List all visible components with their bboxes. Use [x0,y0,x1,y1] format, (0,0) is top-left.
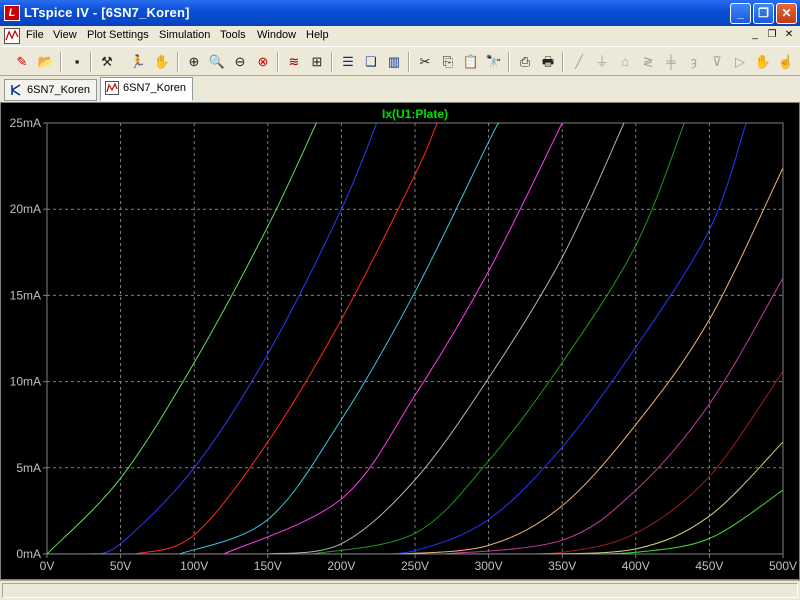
y-tick-label: 5mA [16,461,41,475]
tab-bar: 6SN7_Koren 6SN7_Koren [0,76,800,102]
schematic-icon [11,84,21,96]
series-line-6 [311,123,685,554]
minimize-icon: _ [737,6,744,20]
capacitor-icon[interactable]: ╪ [661,52,681,72]
series-line-4 [223,123,563,554]
x-tick-label: 450V [695,559,723,573]
menu-plot-settings[interactable]: Plot Settings [87,29,149,41]
run-icon[interactable]: ✎ [12,52,32,72]
mdi-close-icon[interactable]: ✕ [782,29,796,43]
label-icon[interactable]: ⌂ [615,52,635,72]
inductor-icon[interactable]: ȝ [684,52,704,72]
diode-icon[interactable]: ⊽ [707,52,727,72]
grid-icon[interactable]: ⊞ [307,52,327,72]
chart-title: Ix(U1:Plate) [382,107,448,121]
print-icon[interactable]: 🖶 [538,52,558,72]
menu-file[interactable]: File [26,29,44,41]
y-tick-label: 0mA [16,547,41,561]
minimize-button[interactable]: _ [730,3,751,24]
open-icon[interactable]: 📂 [36,52,56,72]
run-sim-icon[interactable]: 🏃 [128,52,148,72]
x-tick-label: 50V [110,559,131,573]
close-icon: ✕ [781,6,792,20]
y-tick-label: 20mA [10,202,41,216]
mdi-restore-icon[interactable]: ❐ [765,29,779,43]
y-tick-label: 25mA [10,116,41,130]
tab-label: 6SN7_Koren [27,84,90,96]
zoom-cancel-icon[interactable]: ⊗ [253,52,273,72]
copy-icon[interactable]: ⎘ [438,52,458,72]
find-icon[interactable]: 🔭 [484,52,504,72]
zoom-out-area-icon[interactable]: 🔍 [207,52,227,72]
status-bar [0,580,800,600]
waveform-doc-icon[interactable] [4,28,20,44]
move-icon[interactable]: ✋ [753,52,773,72]
x-tick-label: 500V [769,559,797,573]
tab-schematic[interactable]: 6SN7_Koren [4,79,97,101]
x-tick-label: 150V [254,559,282,573]
paste-icon[interactable]: 📋 [461,52,481,72]
restore-button[interactable]: ❐ [753,3,774,24]
plot-svg[interactable]: 0V 50V 100V 150V 200V 250V 300V 350V 400V 450V 500… [1,103,799,579]
y-tick-label: 15mA [10,288,41,302]
autorange-icon[interactable]: ≋ [284,52,304,72]
tile-vertical-icon[interactable]: ▥ [384,52,404,72]
series-line-9 [444,277,783,554]
menu-view[interactable]: View [53,29,77,41]
menu-window[interactable]: Window [257,29,296,41]
save-icon[interactable]: ▪ [67,52,87,72]
series-line-8 [400,167,783,554]
x-tick-label: 300V [475,559,503,573]
status-pane [2,583,798,598]
tab-waveform[interactable]: 6SN7_Koren [100,77,193,101]
tile-horizontal-icon[interactable]: ☰ [338,52,358,72]
component-icon[interactable]: ▷ [730,52,750,72]
menu-simulation[interactable]: Simulation [159,29,210,41]
series-line-5 [267,123,625,554]
close-button[interactable]: ✕ [776,3,797,24]
x-tick-label: 250V [401,559,429,573]
y-tick-label: 10mA [10,375,41,389]
drag-icon[interactable]: ☝ [776,52,796,72]
zoom-in-icon[interactable]: ⊕ [184,52,204,72]
resistor-icon[interactable]: ≷ [638,52,658,72]
wire-icon[interactable]: ╱ [569,52,589,72]
menu-help[interactable]: Help [306,29,329,41]
restore-icon: ❐ [758,6,769,20]
series-line-3 [179,123,500,554]
print-preview-icon[interactable]: ⎙ [515,52,535,72]
x-tick-label: 0V [40,559,55,573]
waveform-plot[interactable]: 0V 50V 100V 150V 200V 250V 300V 350V 400V 450V 500… [0,102,800,580]
x-tick-label: 100V [180,559,208,573]
cascade-icon[interactable]: ❏ [361,52,381,72]
ltspice-icon: L [4,5,20,21]
cut-icon[interactable]: ✂ [415,52,435,72]
waveform-icon [105,81,119,95]
pan-hand-icon[interactable]: ✋ [152,52,172,72]
x-tick-label: 200V [327,559,355,573]
window-title: LTspice IV - [6SN7_Koren] [24,5,190,20]
mdi-minimize-icon[interactable]: _ [748,29,762,43]
x-tick-label: 350V [548,559,576,573]
toolbar: ✎ 📂 ▪ ⚒ 🏃 ✋ ⊕ 🔍 ⊖ ⊗ ≋ ⊞ ☰ ❏ ▥ ✂ ⎘ 📋 🔭 ⎙ … [0,46,800,76]
menu-bar: File View Plot Settings Simulation Tools… [0,26,800,46]
control-panel-icon[interactable]: ⚒ [97,52,117,72]
title-bar: L LTspice IV - [6SN7_Koren] _ ❐ ✕ [0,0,800,26]
menu-tools[interactable]: Tools [220,29,246,41]
zoom-out-icon[interactable]: ⊖ [230,52,250,72]
tab-label: 6SN7_Koren [123,82,186,94]
x-tick-label: 400V [622,559,650,573]
ground-icon[interactable]: ⏚ [592,52,612,72]
